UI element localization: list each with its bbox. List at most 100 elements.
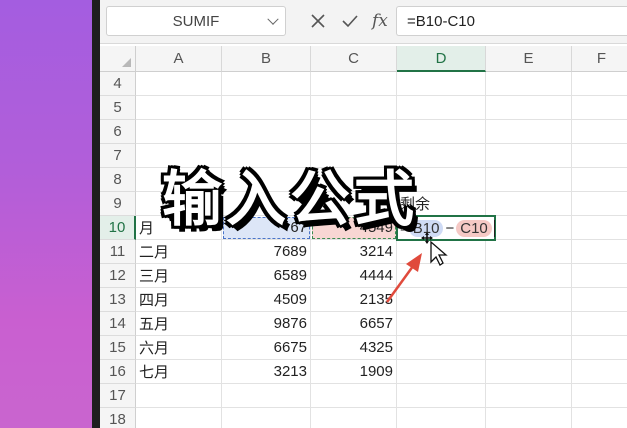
cell-e16[interactable] bbox=[486, 360, 572, 384]
cell-c6[interactable] bbox=[311, 120, 397, 144]
cell-a17[interactable] bbox=[136, 384, 222, 408]
cell-a5[interactable] bbox=[136, 96, 222, 120]
cell-c4[interactable] bbox=[311, 72, 397, 96]
row-header-8[interactable]: 8 bbox=[100, 168, 136, 192]
row-header-18[interactable]: 18 bbox=[100, 408, 136, 428]
cell-a18[interactable] bbox=[136, 408, 222, 428]
cell-c12[interactable]: 4444 bbox=[311, 264, 397, 288]
cell-c14[interactable]: 6657 bbox=[311, 312, 397, 336]
cell-f4[interactable] bbox=[572, 72, 627, 96]
row-header-6[interactable]: 6 bbox=[100, 120, 136, 144]
cell-f11[interactable] bbox=[572, 240, 627, 264]
cell-d12[interactable] bbox=[397, 264, 486, 288]
cell-a14[interactable]: 五月 bbox=[136, 312, 222, 336]
cell-c18[interactable] bbox=[311, 408, 397, 428]
cell-f17[interactable] bbox=[572, 384, 627, 408]
cell-d6[interactable] bbox=[397, 120, 486, 144]
col-header-a[interactable]: A bbox=[136, 46, 222, 72]
cell-c16[interactable]: 1909 bbox=[311, 360, 397, 384]
cell-e11[interactable] bbox=[486, 240, 572, 264]
cell-b6[interactable] bbox=[222, 120, 311, 144]
formula-input[interactable]: =B10-C10 bbox=[396, 6, 627, 36]
row-header-5[interactable]: 5 bbox=[100, 96, 136, 120]
cell-b14[interactable]: 9876 bbox=[222, 312, 311, 336]
cell-b12[interactable]: 6589 bbox=[222, 264, 311, 288]
cell-c15[interactable]: 4325 bbox=[311, 336, 397, 360]
row-header-17[interactable]: 17 bbox=[100, 384, 136, 408]
cell-f10[interactable] bbox=[572, 216, 627, 240]
col-header-e[interactable]: E bbox=[486, 46, 572, 72]
cell-c11[interactable]: 3214 bbox=[311, 240, 397, 264]
cell-b13[interactable]: 4509 bbox=[222, 288, 311, 312]
cell-e4[interactable] bbox=[486, 72, 572, 96]
cell-a13[interactable]: 四月 bbox=[136, 288, 222, 312]
cell-f13[interactable] bbox=[572, 288, 627, 312]
cell-e6[interactable] bbox=[486, 120, 572, 144]
row-header-15[interactable]: 15 bbox=[100, 336, 136, 360]
cell-b15[interactable]: 6675 bbox=[222, 336, 311, 360]
cell-f7[interactable] bbox=[572, 144, 627, 168]
row-header-10[interactable]: 10 bbox=[100, 216, 136, 240]
cell-f9[interactable] bbox=[572, 192, 627, 216]
row-header-13[interactable]: 13 bbox=[100, 288, 136, 312]
cell-a12[interactable]: 三月 bbox=[136, 264, 222, 288]
col-header-c[interactable]: C bbox=[311, 46, 397, 72]
col-header-b[interactable]: B bbox=[222, 46, 311, 72]
cell-a16[interactable]: 七月 bbox=[136, 360, 222, 384]
cell-e17[interactable] bbox=[486, 384, 572, 408]
col-header-d[interactable]: D bbox=[397, 46, 486, 72]
cell-f8[interactable] bbox=[572, 168, 627, 192]
cell-b4[interactable] bbox=[222, 72, 311, 96]
cell-f18[interactable] bbox=[572, 408, 627, 428]
cell-b5[interactable] bbox=[222, 96, 311, 120]
cell-e5[interactable] bbox=[486, 96, 572, 120]
row-header-12[interactable]: 12 bbox=[100, 264, 136, 288]
cell-e10[interactable] bbox=[486, 216, 572, 240]
cell-e9[interactable] bbox=[486, 192, 572, 216]
cell-c5[interactable] bbox=[311, 96, 397, 120]
col-header-f[interactable]: F bbox=[572, 46, 627, 72]
cell-f5[interactable] bbox=[572, 96, 627, 120]
name-box[interactable]: SUMIF bbox=[106, 6, 286, 36]
cell-d14[interactable] bbox=[397, 312, 486, 336]
cell-e8[interactable] bbox=[486, 168, 572, 192]
row-header-11[interactable]: 11 bbox=[100, 240, 136, 264]
cell-b17[interactable] bbox=[222, 384, 311, 408]
cell-a6[interactable] bbox=[136, 120, 222, 144]
select-all-corner[interactable] bbox=[100, 46, 136, 72]
cell-c13[interactable]: 2135 bbox=[311, 288, 397, 312]
cell-f16[interactable] bbox=[572, 360, 627, 384]
cell-f14[interactable] bbox=[572, 312, 627, 336]
cell-d13[interactable] bbox=[397, 288, 486, 312]
cell-a11[interactable]: 二月 bbox=[136, 240, 222, 264]
cell-a15[interactable]: 六月 bbox=[136, 336, 222, 360]
close-icon[interactable] bbox=[310, 9, 326, 33]
row-header-16[interactable]: 16 bbox=[100, 360, 136, 384]
row-header-4[interactable]: 4 bbox=[100, 72, 136, 96]
cell-b18[interactable] bbox=[222, 408, 311, 428]
row-header-9[interactable]: 9 bbox=[100, 192, 136, 216]
cell-e15[interactable] bbox=[486, 336, 572, 360]
cell-e7[interactable] bbox=[486, 144, 572, 168]
chevron-down-icon[interactable] bbox=[267, 13, 279, 25]
cell-f12[interactable] bbox=[572, 264, 627, 288]
cell-f6[interactable] bbox=[572, 120, 627, 144]
cell-e18[interactable] bbox=[486, 408, 572, 428]
cell-a4[interactable] bbox=[136, 72, 222, 96]
cell-d17[interactable] bbox=[397, 384, 486, 408]
cell-d4[interactable] bbox=[397, 72, 486, 96]
cell-b11[interactable]: 7689 bbox=[222, 240, 311, 264]
fx-icon[interactable]: fx bbox=[372, 9, 388, 33]
reference-token-c10[interactable]: C10 bbox=[456, 219, 492, 237]
cell-e14[interactable] bbox=[486, 312, 572, 336]
row-header-7[interactable]: 7 bbox=[100, 144, 136, 168]
row-header-14[interactable]: 14 bbox=[100, 312, 136, 336]
cell-d15[interactable] bbox=[397, 336, 486, 360]
check-icon[interactable] bbox=[341, 9, 359, 33]
cell-d16[interactable] bbox=[397, 360, 486, 384]
cell-e12[interactable] bbox=[486, 264, 572, 288]
cell-c17[interactable] bbox=[311, 384, 397, 408]
cell-e13[interactable] bbox=[486, 288, 572, 312]
cell-d5[interactable] bbox=[397, 96, 486, 120]
cell-d18[interactable] bbox=[397, 408, 486, 428]
